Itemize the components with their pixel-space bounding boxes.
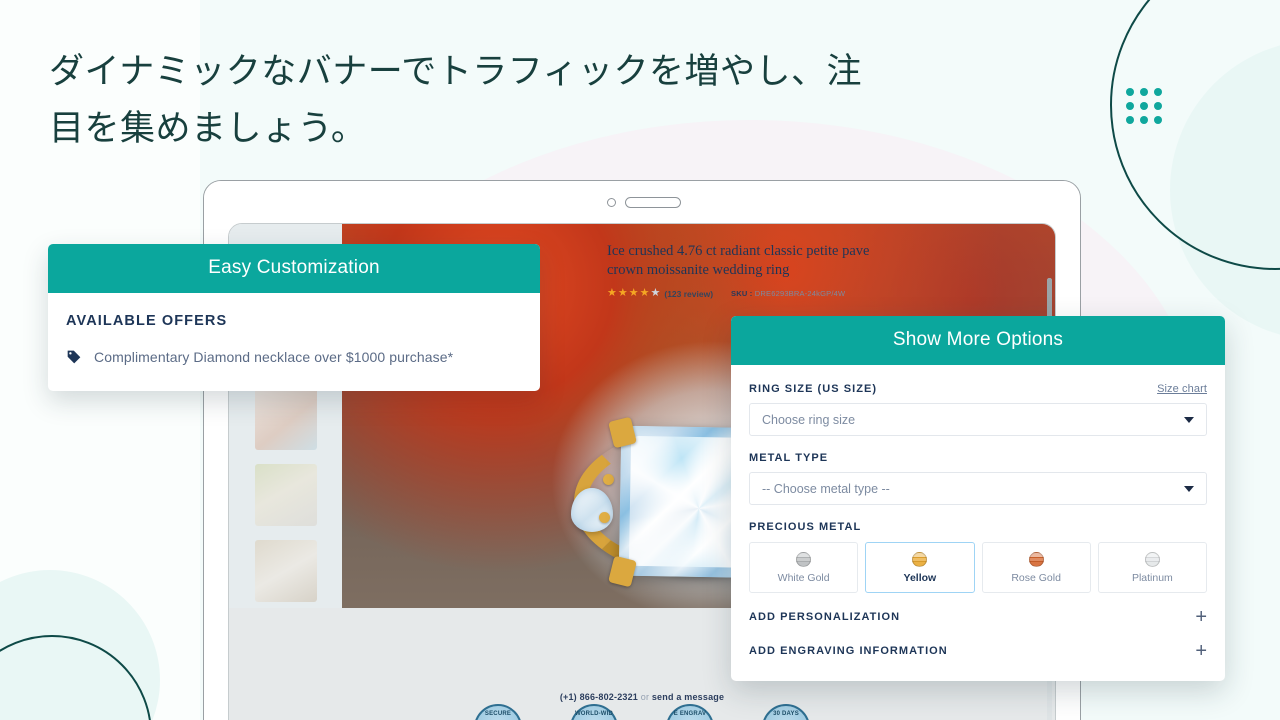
add-engraving-label: ADD ENGRAVING INFORMATION: [749, 645, 948, 657]
add-personalization-label: ADD PERSONALIZATION: [749, 611, 901, 623]
show-more-options-body: RING SIZE (US SIZE) Size chart Choose ri…: [731, 365, 1225, 681]
speaker-slot-icon: [625, 197, 681, 208]
easy-customization-card: Easy Customization AVAILABLE OFFERS Comp…: [48, 244, 540, 391]
trust-badge: 30 DAYS: [762, 704, 810, 720]
product-info: Ice crushed 4.76 ct radiant classic peti…: [593, 224, 1055, 299]
page-title: ダイナミックなバナーでトラフィックを増やし、注目を集めましょう。: [49, 52, 863, 148]
tag-icon: [67, 350, 81, 364]
ring-size-label-row: RING SIZE (US SIZE) Size chart: [749, 383, 1207, 395]
metal-type-placeholder: -- Choose metal type --: [762, 481, 890, 496]
show-more-options-header[interactable]: Show More Options: [731, 316, 1225, 365]
rating-stars[interactable]: ★ ★ ★ ★ ★: [607, 288, 660, 299]
offer-text: Complimentary Diamond necklace over $100…: [94, 349, 454, 365]
add-engraving-accordion[interactable]: ADD ENGRAVING INFORMATION +: [749, 627, 1207, 661]
star-filled-icon: ★: [628, 287, 639, 300]
contact-bar: (+1) 866-802-2321 or send a message: [229, 692, 1055, 702]
dot-grid-icon: [1126, 88, 1168, 130]
trust-badges: SECURE WORLD-WID E ENGRAV 30 DAYS: [229, 704, 1055, 720]
chevron-down-icon: [1184, 485, 1194, 492]
metal-type-label: METAL TYPE: [749, 452, 829, 464]
precious-metal-label: PRECIOUS METAL: [749, 521, 862, 533]
review-count[interactable]: (123 review): [664, 289, 713, 299]
metal-type-select[interactable]: -- Choose metal type --: [749, 472, 1207, 505]
plus-icon: +: [1195, 606, 1207, 628]
background-circle-outline-top-right: [1110, 0, 1280, 270]
prong: [607, 555, 637, 587]
add-personalization-accordion[interactable]: ADD PERSONALIZATION +: [749, 593, 1207, 627]
offer-row: Complimentary Diamond necklace over $100…: [66, 349, 522, 365]
ring-size-label: RING SIZE (US SIZE): [749, 383, 878, 395]
accent-bead: [602, 473, 614, 485]
sku-label: SKU :: [731, 289, 753, 299]
precious-metal-option-yellow[interactable]: Yellow: [865, 542, 975, 593]
metal-swatch-icon: [912, 551, 928, 567]
easy-customization-header: Easy Customization: [48, 244, 540, 293]
tablet-top-bar: [204, 181, 1080, 223]
prong: [607, 416, 637, 448]
send-message-link[interactable]: send a message: [652, 692, 724, 702]
product-sku: SKU : DRE6293BRA-24kGP/4W: [731, 289, 845, 298]
precious-metal-options: White Gold Yellow Rose Gold Platinum: [749, 542, 1207, 593]
ring-size-placeholder: Choose ring size: [762, 412, 856, 427]
metal-option-label: Rose Gold: [1011, 571, 1061, 584]
metal-swatch-icon: [1144, 551, 1160, 567]
precious-metal-option-platinum[interactable]: Platinum: [1097, 542, 1207, 593]
trust-badge: WORLD-WID: [570, 704, 618, 720]
product-meta: ★ ★ ★ ★ ★ (123 review) SKU : DRE6293BRA-…: [607, 288, 1033, 299]
size-chart-link[interactable]: Size chart: [1157, 383, 1207, 395]
sku-value: DRE6293BRA-24kGP/4W: [754, 289, 846, 299]
ring-size-select[interactable]: Choose ring size: [749, 403, 1207, 436]
available-offers-title: AVAILABLE OFFERS: [66, 313, 228, 329]
available-offers-body: AVAILABLE OFFERS Complimentary Diamond n…: [48, 293, 540, 391]
chevron-down-icon: [1184, 416, 1194, 423]
accent-bead: [598, 511, 610, 523]
metal-swatch-icon: [796, 551, 812, 567]
trust-badge-text: SECURE: [484, 711, 512, 717]
metal-option-label: White Gold: [777, 571, 830, 584]
product-title: Ice crushed 4.76 ct radiant classic peti…: [607, 243, 870, 279]
thumbnail-item[interactable]: [254, 540, 317, 602]
trust-badge-text: WORLD-WID: [574, 711, 614, 717]
trust-badge-text: E ENGRAV: [673, 711, 707, 717]
show-more-options-card: Show More Options RING SIZE (US SIZE) Si…: [731, 316, 1225, 681]
metal-option-label: Yellow: [903, 571, 937, 584]
trust-badge: E ENGRAV: [666, 704, 714, 720]
star-empty-icon: ★: [650, 287, 661, 300]
precious-metal-option-white-gold[interactable]: White Gold: [749, 542, 859, 593]
camera-dot-icon: [607, 198, 616, 207]
metal-option-label: Platinum: [1131, 571, 1173, 584]
metal-swatch-icon: [1028, 551, 1044, 567]
thumbnail-item[interactable]: [254, 388, 317, 450]
thumbnail-item[interactable]: [254, 464, 317, 526]
contact-separator: or: [640, 692, 650, 702]
star-filled-icon: ★: [607, 287, 617, 300]
side-gem-left: [570, 487, 613, 532]
trust-badge: SECURE: [474, 704, 522, 720]
precious-metal-option-rose-gold[interactable]: Rose Gold: [981, 542, 1091, 593]
star-filled-icon: ★: [617, 287, 628, 300]
trust-badge-text: 30 DAYS: [773, 711, 799, 717]
plus-icon: +: [1195, 640, 1207, 662]
star-filled-icon: ★: [639, 287, 650, 300]
phone-number[interactable]: (+1) 866-802-2321: [560, 692, 638, 702]
